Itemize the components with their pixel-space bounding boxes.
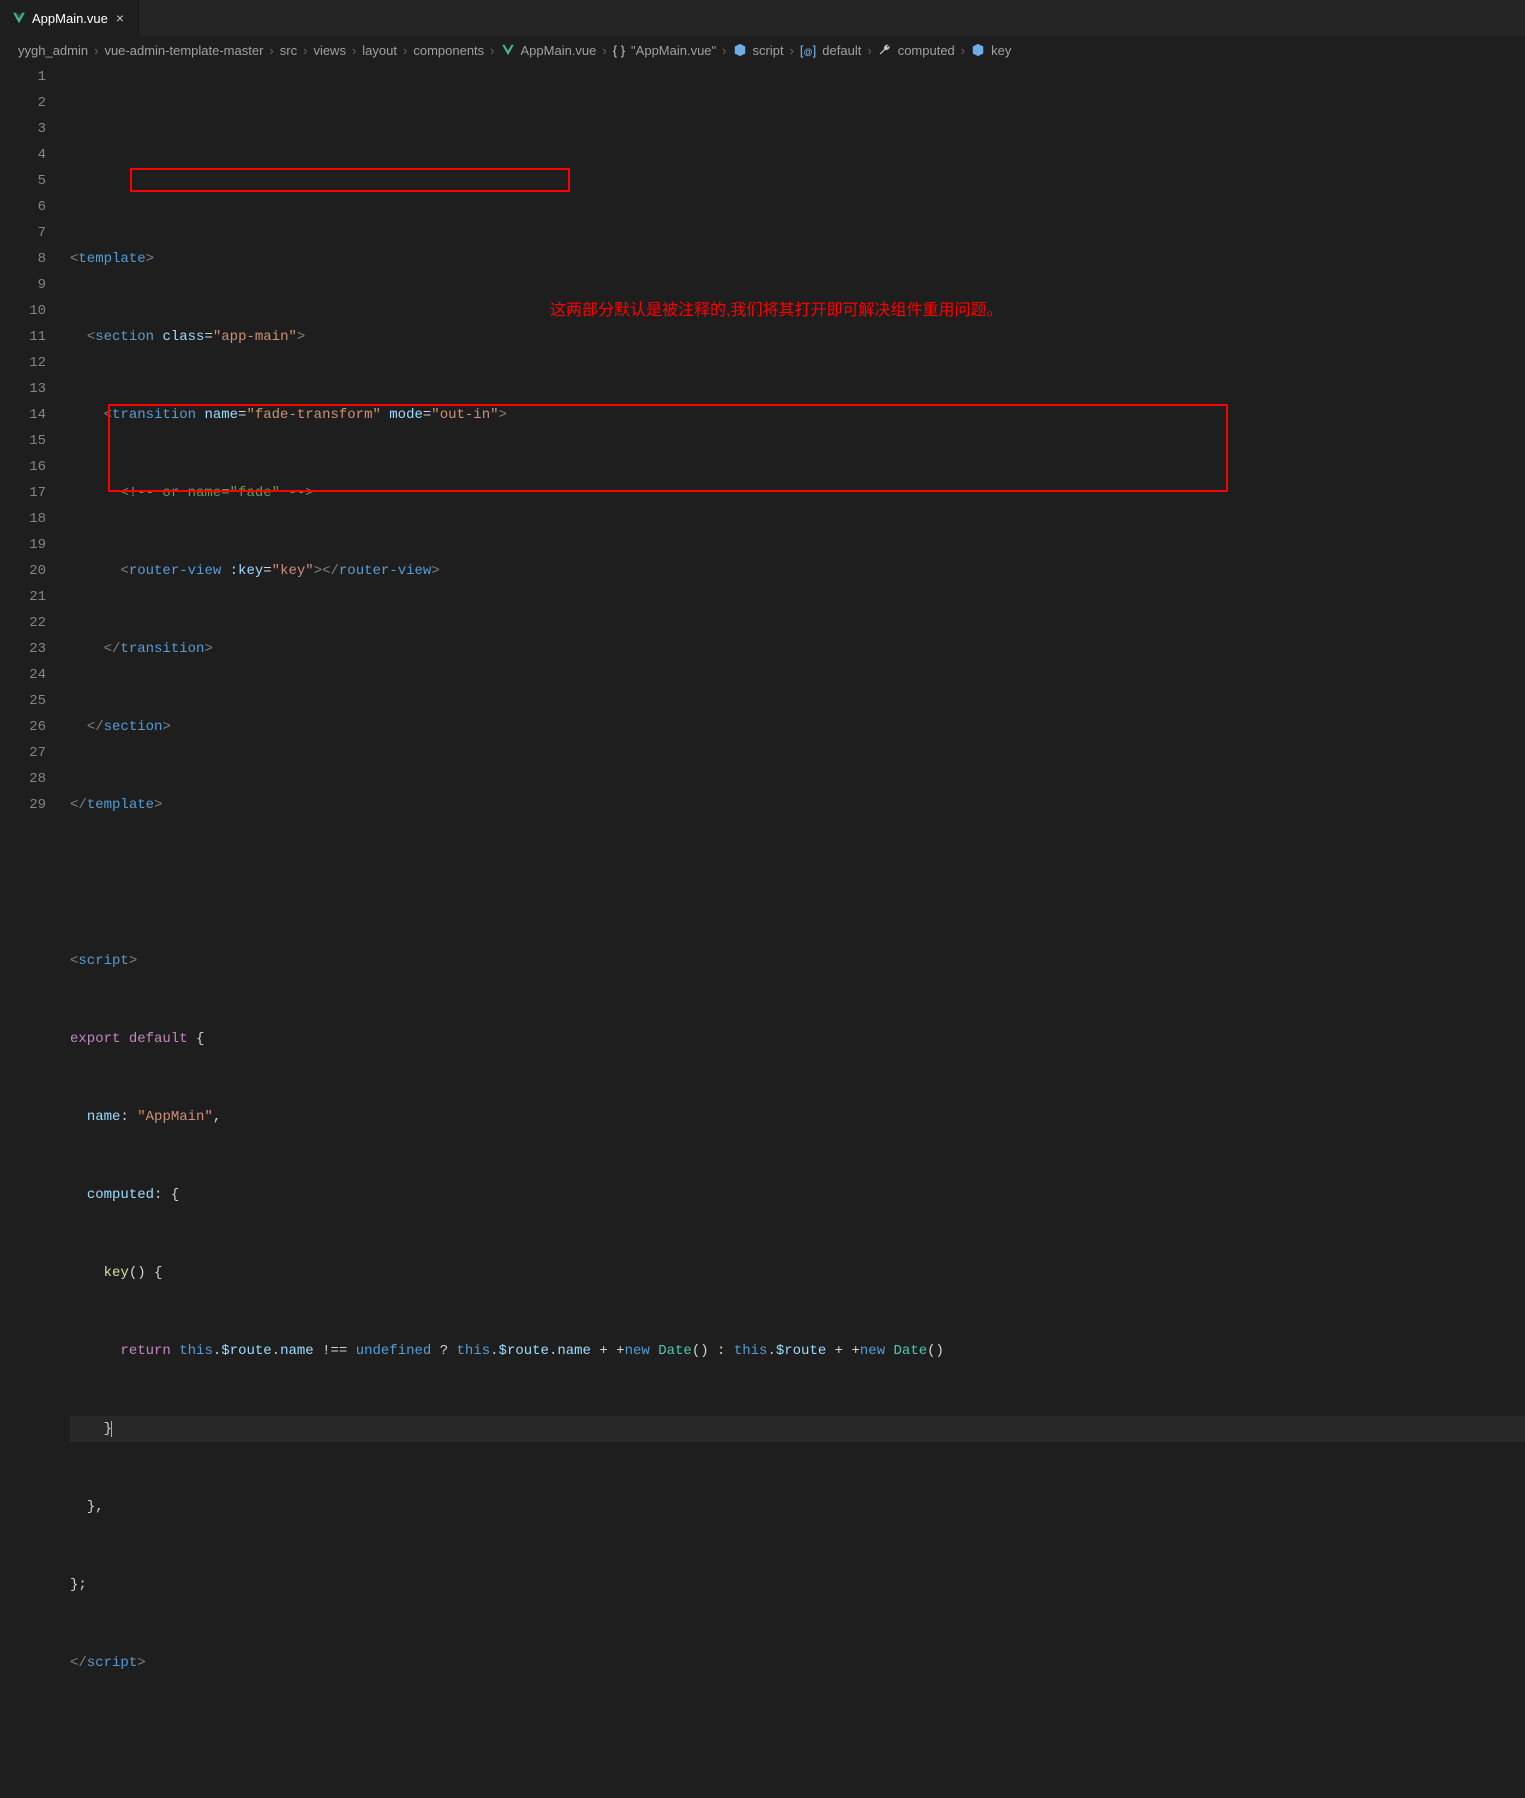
- code-line: </template>: [70, 792, 1525, 818]
- code-line: </script>: [70, 1650, 1525, 1676]
- code-editor[interactable]: 1234567891011121314151617181920212223242…: [0, 64, 1525, 1798]
- tab-bar: AppMain.vue ×: [0, 0, 1525, 36]
- line-number: 19: [0, 532, 46, 558]
- line-number: 9: [0, 272, 46, 298]
- line-number: 3: [0, 116, 46, 142]
- code-line: [70, 1728, 1525, 1754]
- annotation-text: 这两部分默认是被注释的,我们将其打开即可解决组件重用问题。: [550, 298, 1002, 324]
- cube-icon: [971, 43, 985, 57]
- chevron-right-icon: ›: [352, 43, 356, 58]
- line-number: 2: [0, 90, 46, 116]
- code-line: name: "AppMain",: [70, 1104, 1525, 1130]
- line-number: 1: [0, 64, 46, 90]
- code-line: key() {: [70, 1260, 1525, 1286]
- line-number: 18: [0, 506, 46, 532]
- breadcrumb-item[interactable]: views: [313, 43, 346, 58]
- code-line: export default {: [70, 1026, 1525, 1052]
- breadcrumb-item[interactable]: yygh_admin: [18, 43, 88, 58]
- line-number: 8: [0, 246, 46, 272]
- code-line: </transition>: [70, 636, 1525, 662]
- chevron-right-icon: ›: [403, 43, 407, 58]
- code-line: <transition name="fade-transform" mode="…: [70, 402, 1525, 428]
- breadcrumb-item[interactable]: script: [753, 43, 784, 58]
- breadcrumb-item[interactable]: key: [991, 43, 1011, 58]
- line-number: 23: [0, 636, 46, 662]
- code-line: }: [70, 1416, 1525, 1442]
- chevron-right-icon: ›: [490, 43, 494, 58]
- line-number: 22: [0, 610, 46, 636]
- close-icon[interactable]: ×: [114, 10, 126, 26]
- line-number: 17: [0, 480, 46, 506]
- line-number: 20: [0, 558, 46, 584]
- line-number: 13: [0, 376, 46, 402]
- code-line: <router-view :key="key"></router-view>: [70, 558, 1525, 584]
- code-line: },: [70, 1494, 1525, 1520]
- line-number: 25: [0, 688, 46, 714]
- line-number: 11: [0, 324, 46, 350]
- wrench-icon: [878, 43, 892, 57]
- code-line: return this.$route.name !== undefined ? …: [70, 1338, 1525, 1364]
- code-line: };: [70, 1572, 1525, 1598]
- chevron-right-icon: ›: [94, 43, 98, 58]
- code-line: computed: {: [70, 1182, 1525, 1208]
- line-number: 4: [0, 142, 46, 168]
- code-area[interactable]: 这两部分默认是被注释的,我们将其打开即可解决组件重用问题。 <template>…: [70, 64, 1525, 1798]
- code-line: </section>: [70, 714, 1525, 740]
- line-number: 7: [0, 220, 46, 246]
- line-number: 14: [0, 402, 46, 428]
- code-line: [70, 870, 1525, 896]
- cube-icon: [733, 43, 747, 57]
- breadcrumb-item[interactable]: vue-admin-template-master: [104, 43, 263, 58]
- chevron-right-icon: ›: [961, 43, 965, 58]
- breadcrumb-item[interactable]: AppMain.vue: [521, 43, 597, 58]
- breadcrumb-item[interactable]: layout: [362, 43, 397, 58]
- breadcrumb: yygh_admin › vue-admin-template-master ›…: [0, 36, 1525, 64]
- chevron-right-icon: ›: [722, 43, 726, 58]
- code-line: <!-- or name="fade" -->: [70, 480, 1525, 506]
- breadcrumb-item[interactable]: default: [822, 43, 861, 58]
- line-number: 5: [0, 168, 46, 194]
- breadcrumb-item[interactable]: "AppMain.vue": [631, 43, 716, 58]
- chevron-right-icon: ›: [269, 43, 273, 58]
- chevron-right-icon: ›: [867, 43, 871, 58]
- code-line: <template>: [70, 246, 1525, 272]
- line-number: 16: [0, 454, 46, 480]
- highlight-box-1: [130, 168, 570, 192]
- chevron-right-icon: ›: [602, 43, 606, 58]
- tab-filename: AppMain.vue: [32, 11, 108, 26]
- line-number: 21: [0, 584, 46, 610]
- chevron-right-icon: ›: [303, 43, 307, 58]
- line-number: 15: [0, 428, 46, 454]
- chevron-right-icon: ›: [790, 43, 794, 58]
- vue-icon: [501, 43, 515, 57]
- vue-icon: [12, 11, 26, 25]
- line-number: 10: [0, 298, 46, 324]
- line-number: 27: [0, 740, 46, 766]
- line-number: 12: [0, 350, 46, 376]
- line-number-gutter: 1234567891011121314151617181920212223242…: [0, 64, 70, 1798]
- line-number: 28: [0, 766, 46, 792]
- line-number: 24: [0, 662, 46, 688]
- line-number: 29: [0, 792, 46, 818]
- breadcrumb-item[interactable]: computed: [898, 43, 955, 58]
- code-line: <script>: [70, 948, 1525, 974]
- breadcrumb-item[interactable]: components: [413, 43, 484, 58]
- line-number: 26: [0, 714, 46, 740]
- file-tab-appmain[interactable]: AppMain.vue ×: [0, 0, 139, 36]
- code-line: <section class="app-main">: [70, 324, 1525, 350]
- line-number: 6: [0, 194, 46, 220]
- breadcrumb-item[interactable]: src: [280, 43, 297, 58]
